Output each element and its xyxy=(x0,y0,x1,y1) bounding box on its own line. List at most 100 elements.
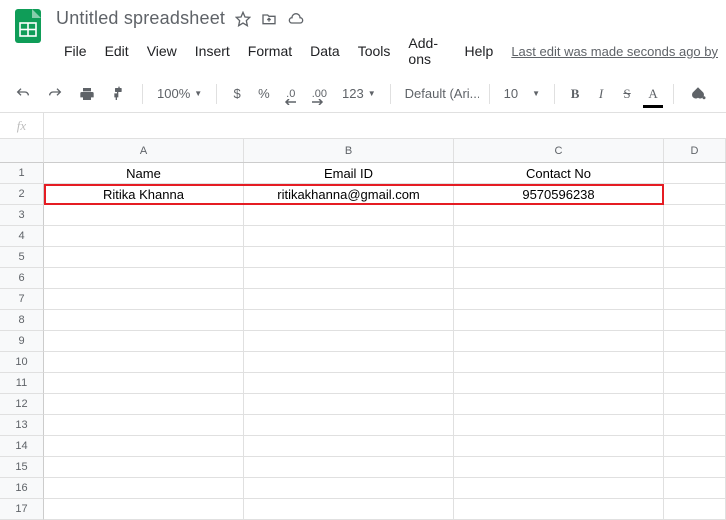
cell[interactable] xyxy=(244,247,454,268)
move-icon[interactable] xyxy=(261,11,277,27)
cell[interactable] xyxy=(454,352,664,373)
col-header-c[interactable]: C xyxy=(454,139,664,162)
cell[interactable]: Ritika Khanna xyxy=(44,184,244,205)
cell[interactable] xyxy=(454,478,664,499)
cell[interactable] xyxy=(454,331,664,352)
cell[interactable] xyxy=(44,310,244,331)
redo-button[interactable] xyxy=(42,82,68,106)
row-header[interactable]: 3 xyxy=(0,205,44,226)
star-icon[interactable] xyxy=(235,11,251,27)
menu-view[interactable]: View xyxy=(139,41,185,61)
cell[interactable] xyxy=(454,499,664,520)
cell[interactable]: ritikakhanna@gmail.com xyxy=(244,184,454,205)
cell[interactable] xyxy=(454,226,664,247)
strikethrough-button[interactable]: S xyxy=(617,82,637,106)
cell[interactable] xyxy=(664,226,726,247)
cell[interactable] xyxy=(244,310,454,331)
menu-data[interactable]: Data xyxy=(302,41,348,61)
cell[interactable] xyxy=(44,415,244,436)
col-header-b[interactable]: B xyxy=(244,139,454,162)
undo-button[interactable] xyxy=(10,82,36,106)
document-title[interactable]: Untitled spreadsheet xyxy=(56,8,225,29)
cell[interactable] xyxy=(664,310,726,331)
cell[interactable] xyxy=(454,205,664,226)
menu-addons[interactable]: Add-ons xyxy=(400,33,454,69)
cell[interactable] xyxy=(244,415,454,436)
cell[interactable] xyxy=(664,205,726,226)
last-edit-link[interactable]: Last edit was made seconds ago by xyxy=(511,44,718,59)
row-header[interactable]: 17 xyxy=(0,499,44,520)
cell[interactable] xyxy=(244,331,454,352)
bold-button[interactable]: B xyxy=(565,82,585,106)
cell[interactable]: 9570596238 xyxy=(454,184,664,205)
row-header[interactable]: 15 xyxy=(0,457,44,478)
increase-decimal-button[interactable]: .00 xyxy=(307,84,332,104)
currency-button[interactable]: $ xyxy=(227,82,247,105)
cell[interactable] xyxy=(44,247,244,268)
cell[interactable] xyxy=(454,268,664,289)
paint-format-button[interactable] xyxy=(106,82,132,106)
zoom-dropdown[interactable]: 100%▼ xyxy=(153,84,206,103)
cell[interactable] xyxy=(44,352,244,373)
menu-help[interactable]: Help xyxy=(457,41,502,61)
menu-tools[interactable]: Tools xyxy=(350,41,399,61)
cell[interactable] xyxy=(44,499,244,520)
cell[interactable] xyxy=(244,268,454,289)
select-all-corner[interactable] xyxy=(0,139,44,163)
cell[interactable] xyxy=(664,499,726,520)
row-header[interactable]: 8 xyxy=(0,310,44,331)
cell[interactable] xyxy=(664,163,726,184)
menu-insert[interactable]: Insert xyxy=(187,41,238,61)
cell[interactable] xyxy=(244,373,454,394)
row-header[interactable]: 10 xyxy=(0,352,44,373)
cell[interactable] xyxy=(454,289,664,310)
cell[interactable] xyxy=(244,478,454,499)
cell[interactable] xyxy=(44,478,244,499)
row-header[interactable]: 16 xyxy=(0,478,44,499)
cell[interactable] xyxy=(244,394,454,415)
row-header[interactable]: 6 xyxy=(0,268,44,289)
cell[interactable] xyxy=(664,478,726,499)
row-header[interactable]: 11 xyxy=(0,373,44,394)
menu-file[interactable]: File xyxy=(56,41,95,61)
cell[interactable] xyxy=(244,436,454,457)
cell[interactable] xyxy=(44,205,244,226)
cell[interactable] xyxy=(244,205,454,226)
formula-input[interactable] xyxy=(44,113,726,138)
cell[interactable] xyxy=(664,268,726,289)
cell[interactable] xyxy=(664,331,726,352)
cell[interactable] xyxy=(244,352,454,373)
menu-format[interactable]: Format xyxy=(240,41,300,61)
decrease-decimal-button[interactable]: .0 xyxy=(281,84,301,104)
cell[interactable] xyxy=(454,310,664,331)
cell[interactable] xyxy=(44,394,244,415)
cell[interactable] xyxy=(664,247,726,268)
cell[interactable] xyxy=(664,352,726,373)
cell[interactable] xyxy=(664,436,726,457)
row-header[interactable]: 7 xyxy=(0,289,44,310)
cell[interactable] xyxy=(454,436,664,457)
cell[interactable] xyxy=(664,415,726,436)
cell[interactable] xyxy=(44,226,244,247)
cell[interactable] xyxy=(44,436,244,457)
cell[interactable] xyxy=(454,394,664,415)
cell[interactable]: Email ID xyxy=(244,163,454,184)
cell[interactable] xyxy=(44,457,244,478)
row-header[interactable]: 13 xyxy=(0,415,44,436)
italic-button[interactable]: I xyxy=(591,82,611,106)
sheets-logo[interactable] xyxy=(8,6,48,46)
cloud-status-icon[interactable] xyxy=(287,11,305,27)
print-button[interactable] xyxy=(74,82,100,106)
cell[interactable] xyxy=(454,457,664,478)
row-header[interactable]: 5 xyxy=(0,247,44,268)
font-dropdown[interactable]: Default (Ari...▼ xyxy=(401,84,479,103)
cell[interactable] xyxy=(244,289,454,310)
cell[interactable] xyxy=(664,184,726,205)
cell[interactable] xyxy=(44,373,244,394)
cell[interactable] xyxy=(664,373,726,394)
number-format-dropdown[interactable]: 123▼ xyxy=(338,84,380,103)
cell[interactable] xyxy=(44,289,244,310)
cell[interactable] xyxy=(44,268,244,289)
col-header-d[interactable]: D xyxy=(664,139,726,162)
menu-edit[interactable]: Edit xyxy=(97,41,137,61)
